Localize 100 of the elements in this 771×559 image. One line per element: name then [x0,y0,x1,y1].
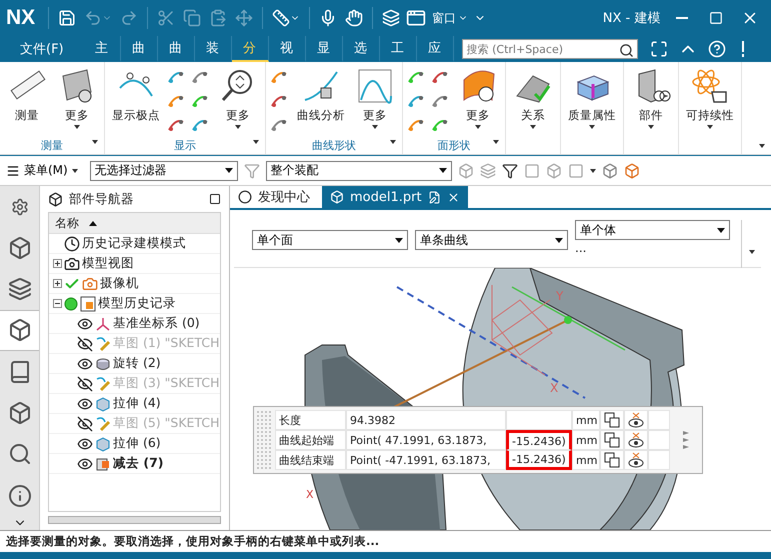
ribbon-button[interactable]: 质量属性 [565,66,619,129]
section-cube-icon[interactable] [624,162,640,178]
selection-dropdown[interactable]: 单个体 [575,220,730,240]
ribbon-options-caret-icon[interactable] [759,144,765,148]
point-marker[interactable] [564,316,572,324]
sketch-pencil-icon [95,336,111,352]
part-icon [330,190,344,204]
eye-icon[interactable] [77,356,93,372]
column-header[interactable]: 名称 [55,214,79,232]
paste-icon [209,9,228,27]
ribbon-button[interactable]: 更多 [352,66,398,129]
drag-grip[interactable] [256,410,273,470]
dropdown-arrow-icon [438,168,447,173]
tree-item[interactable]: 模型视图 [82,255,134,272]
axis-label: X [306,488,314,501]
shaded-cube-icon[interactable] [602,162,618,178]
ribbon-button[interactable]: 部件 [628,66,674,129]
hidden-eye-icon[interactable] [77,376,93,392]
tree-item[interactable]: 拉伸 (6) [113,435,161,452]
table-cell: Point( 47.1991, 63.1873, [346,430,506,450]
part-navigator-tab[interactable] [0,310,39,352]
filter-point-icon[interactable] [502,162,518,178]
eye-icon[interactable] [77,456,93,472]
status-message: 选择要测量的对象。要取消选择，使用对象手柄的右键菜单中或列表... [6,534,380,549]
cut-icon [157,9,176,27]
group-menu-caret-icon[interactable] [92,140,98,144]
assembly-icon [8,236,32,260]
ribbon-button[interactable]: 更多 [54,66,100,129]
table-cell: mm [572,450,600,470]
selection-filter-dropdown[interactable]: 无选择过滤器 [90,160,238,180]
export-icon[interactable] [604,452,620,468]
part-icon [48,192,63,206]
help-icon[interactable] [708,40,726,58]
fullscreen-icon[interactable] [650,40,668,58]
axis-label: X [550,381,558,395]
eye-icon[interactable] [77,396,93,412]
exclamation-icon[interactable] [740,40,746,58]
close-icon [446,190,460,204]
table-cell: -15.2436) [506,450,572,470]
revolve-icon [95,356,111,372]
horizontal-scrollbar[interactable] [48,516,221,524]
more-options[interactable]: ... [575,244,730,252]
tree-item[interactable]: 摄像机 [100,275,139,292]
ribbon-button[interactable]: 更多 [455,66,501,129]
maximize-panel-icon[interactable] [209,193,221,205]
tree-item[interactable]: 减去 (7) [113,455,164,472]
ruler-icon [272,9,290,27]
ribbon-button[interactable]: 更多 [215,66,261,129]
hidden-eye-icon[interactable] [77,336,93,352]
copy-icon [183,9,202,27]
ribbon-button[interactable]: 曲线分析 [294,66,348,123]
expand-arrows-icon[interactable] [682,430,690,450]
export-icon[interactable] [604,432,620,448]
axis-label: Y [556,289,564,303]
show-eye-icon[interactable] [628,412,644,428]
tree-item[interactable]: 基准坐标系 (0) [113,315,200,332]
dropdown-arrow-icon [394,238,403,242]
expand-toggle[interactable] [53,279,62,288]
caret-icon[interactable] [590,168,596,172]
show-eye-icon[interactable] [628,432,644,448]
expand-toggle[interactable] [53,299,62,308]
caret-icon [707,125,713,129]
eye-icon[interactable] [77,436,93,452]
tree-item[interactable]: 历史记录建模模式 [82,235,186,252]
sketch-pencil-icon [95,416,111,432]
selection-dropdown[interactable]: 单条曲线 [414,230,568,250]
subtract-icon [95,456,111,472]
inspect-icon [8,442,32,466]
file-menu[interactable]: 文件(F) [14,36,70,62]
sketch-pencil-icon [95,376,111,392]
table-cell: 曲线起始端 [275,430,346,450]
assembly-scope-dropdown[interactable]: 整个装配 [266,160,452,180]
panel-title: 部件导航器 [69,190,135,208]
table-cell: 长度 [275,410,346,430]
group-menu-caret-icon[interactable] [493,140,499,144]
document-tab[interactable]: model1.prt [322,186,468,208]
group-label: 曲线形状 [312,138,356,152]
selection-dropdown[interactable]: 单个面 [252,230,408,250]
caret-icon [530,125,536,129]
export-icon[interactable] [604,412,620,428]
bar-options-caret-icon[interactable] [749,250,755,254]
ribbon-button[interactable]: 关系 [510,66,556,129]
group-label: 测量 [41,138,63,152]
window-menu[interactable]: 窗口 [430,10,470,26]
tree-item[interactable]: 拉伸 (4) [113,395,161,412]
hidden-eye-icon[interactable] [77,416,93,432]
show-eye-icon[interactable] [628,452,644,468]
tree-item[interactable]: 旋转 (2) [113,355,161,372]
eye-icon[interactable] [77,316,93,332]
search-field[interactable]: 搜索 (Ctrl+Space) [462,39,638,59]
group-menu-caret-icon[interactable] [390,140,396,144]
group-menu-caret-icon[interactable] [253,140,259,144]
menu-button[interactable]: 菜单(M) [6,162,84,179]
ribbon-button[interactable]: 测量 [4,66,50,123]
ribbon-button[interactable]: 可持续性 [683,66,737,129]
tree-item[interactable]: 模型历史记录 [98,295,176,312]
expand-toggle[interactable] [53,259,62,268]
search-icon[interactable] [618,43,634,58]
ribbon-button[interactable]: 显示极点 [109,66,163,123]
sort-ascending-icon[interactable] [89,220,97,226]
